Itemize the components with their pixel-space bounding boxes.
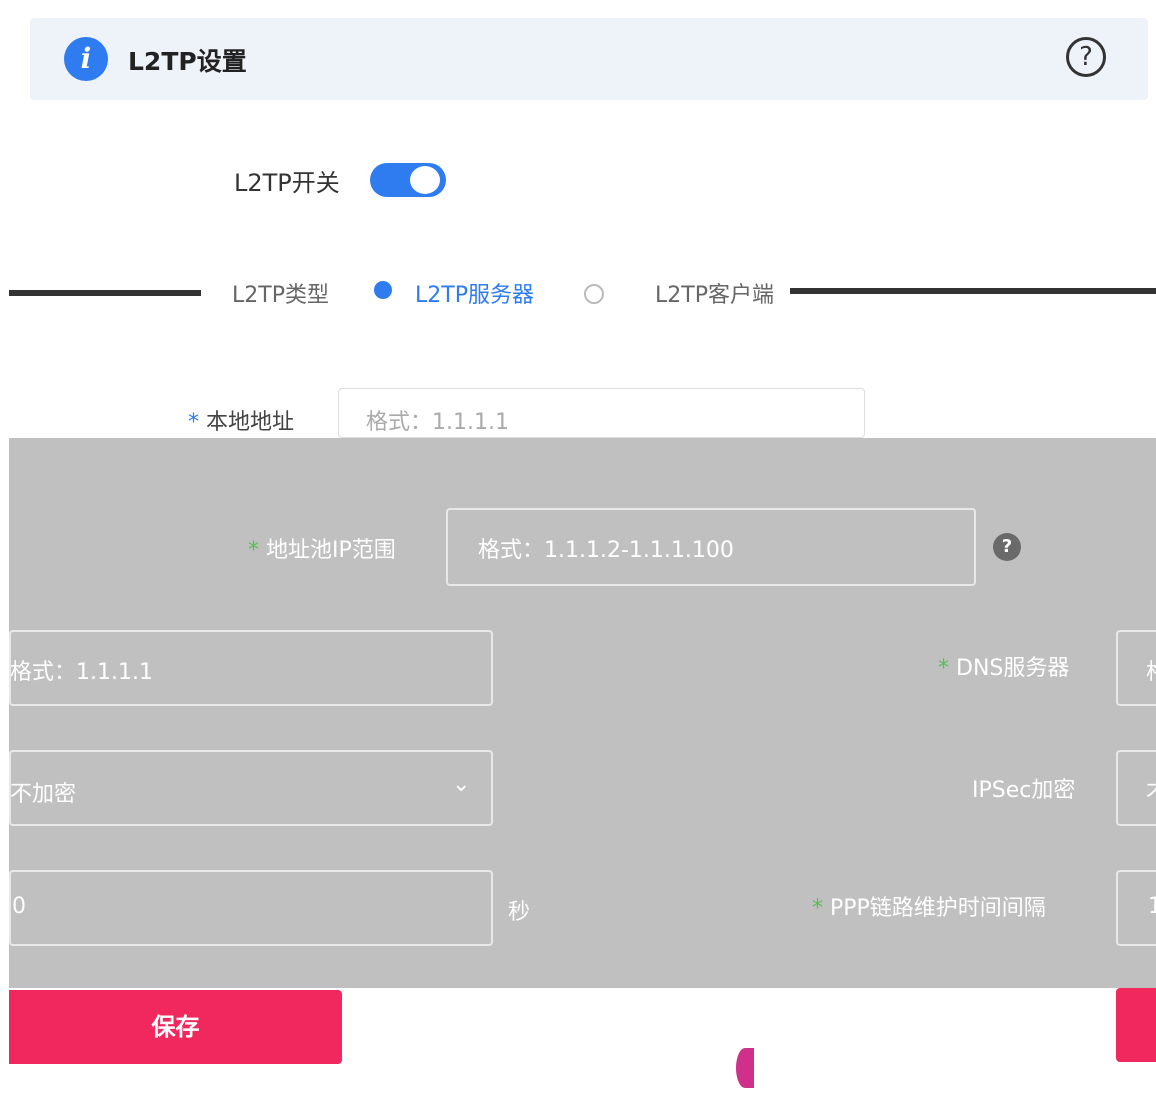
- loading-spinner-icon: [736, 1048, 754, 1088]
- radio-client-label[interactable]: L2TP客户端: [655, 277, 774, 309]
- ppp-interval-text: PPP链路维护时间间隔: [830, 896, 1046, 921]
- page-title: L2TP设置: [128, 47, 247, 76]
- ppp-interval-value-right: 1: [1148, 894, 1156, 919]
- l2tp-type-label: L2TP类型: [232, 283, 329, 308]
- required-mark: *: [812, 896, 823, 921]
- ppp-interval-input[interactable]: [9, 870, 493, 946]
- chevron-down-icon[interactable]: ⌄: [452, 772, 470, 797]
- info-icon: i: [64, 37, 108, 81]
- ppp-interval-label: * PPP链路维护时间间隔: [812, 890, 1046, 922]
- dns-server-text: DNS服务器: [956, 656, 1070, 681]
- secondary-button[interactable]: [1116, 988, 1156, 1062]
- render-glitch-line: [790, 288, 1156, 294]
- ipsec-select-value: 不加密: [10, 782, 77, 807]
- ip-pool-text: 地址池IP范围: [266, 538, 396, 563]
- required-mark: *: [188, 410, 199, 435]
- ipsec-label: IPSec加密: [972, 778, 1076, 803]
- seconds-unit-label: 秒: [508, 900, 531, 925]
- local-address-label: * 本地地址: [188, 404, 294, 436]
- radio-server-label[interactable]: L2TP服务器: [415, 277, 534, 309]
- help-icon[interactable]: ?: [993, 533, 1021, 561]
- ppp-interval-value: 0: [12, 894, 26, 919]
- ipsec-select[interactable]: [9, 750, 493, 826]
- dns-server-placeholder-right: 格: [1146, 654, 1156, 686]
- ipsec-select-value-right: 不: [1146, 776, 1156, 808]
- required-mark: *: [938, 656, 949, 681]
- required-mark: *: [248, 538, 259, 563]
- render-glitch-line: [9, 290, 201, 296]
- l2tp-switch-label: L2TP开关: [234, 169, 340, 197]
- dns-server-placeholder: 格式：1.1.1.1: [10, 660, 153, 685]
- radio-client[interactable]: [584, 284, 604, 304]
- local-address-placeholder: 格式：1.1.1.1: [366, 410, 509, 435]
- dns-server-label: * DNS服务器: [938, 650, 1069, 682]
- radio-server[interactable]: [374, 281, 392, 299]
- save-button[interactable]: 保存: [9, 990, 342, 1064]
- help-icon[interactable]: ?: [1066, 37, 1106, 77]
- l2tp-switch-knob[interactable]: [410, 166, 440, 194]
- local-address-text: 本地地址: [206, 410, 295, 435]
- ip-pool-label: * 地址池IP范围: [248, 532, 396, 564]
- ip-pool-placeholder: 格式：1.1.1.2-1.1.1.100: [478, 538, 734, 563]
